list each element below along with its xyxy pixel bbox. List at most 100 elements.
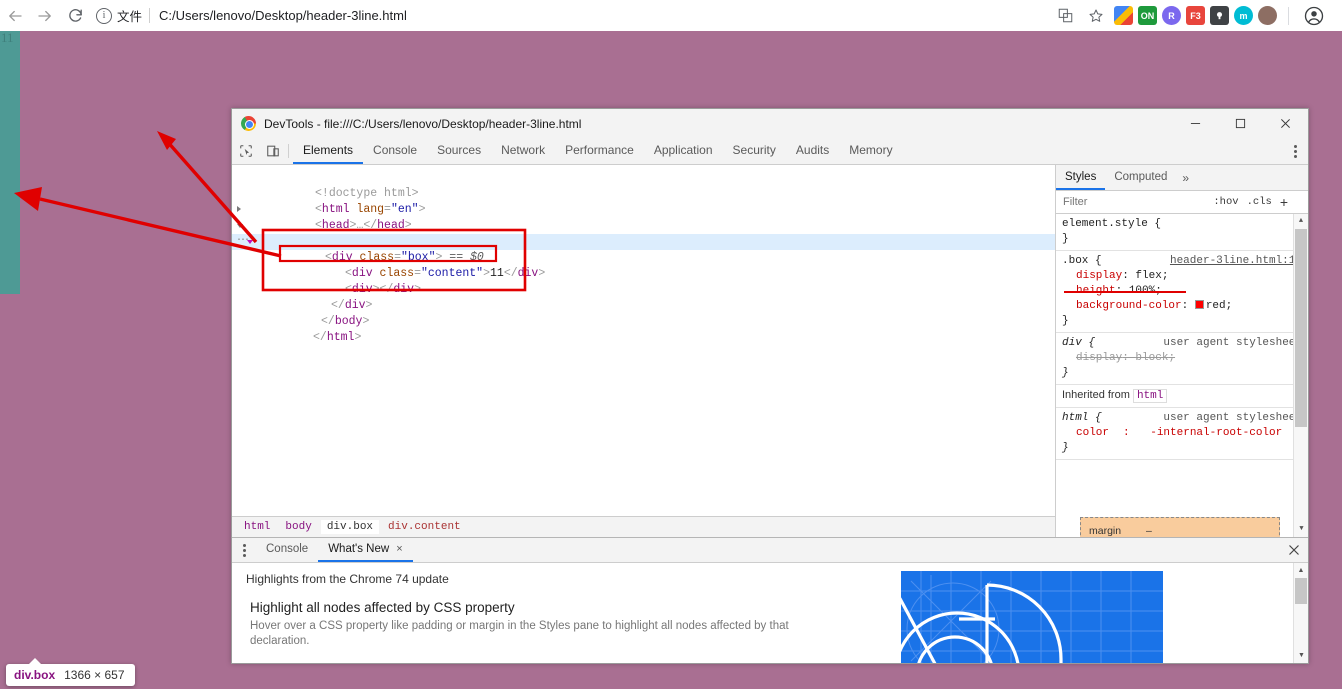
whats-new-item-desc: Hover over a CSS property like padding o… bbox=[250, 620, 789, 647]
declaration-color[interactable]: color: -internal-root-color; bbox=[1062, 426, 1308, 441]
tab-performance[interactable]: Performance bbox=[555, 138, 644, 164]
extension-icon-hexagon[interactable]: R bbox=[1162, 6, 1181, 25]
drawer-content[interactable]: Highlights from the Chrome 74 update Hig… bbox=[232, 563, 1308, 663]
scroll-down-arrow-icon[interactable]: ▼ bbox=[1294, 648, 1308, 663]
styles-filter-input[interactable] bbox=[1056, 196, 1210, 208]
drawer-scrollbar[interactable]: ▲ ▼ bbox=[1293, 563, 1308, 663]
color-swatch[interactable] bbox=[1194, 300, 1204, 309]
rule-selector: element.style bbox=[1062, 218, 1148, 230]
translate-icon[interactable] bbox=[1052, 3, 1078, 29]
tab-audits[interactable]: Audits bbox=[786, 138, 839, 164]
breadcrumb: html body div.box div.content bbox=[232, 516, 1055, 537]
extension-icon-brown[interactable] bbox=[1258, 6, 1277, 25]
tab-memory[interactable]: Memory bbox=[839, 138, 902, 164]
more-tabs-chevron-icon[interactable]: » bbox=[1176, 165, 1195, 190]
tab-computed[interactable]: Computed bbox=[1105, 165, 1176, 190]
breadcrumb-item-div-box[interactable]: div.box bbox=[320, 520, 380, 534]
tab-sources[interactable]: Sources bbox=[427, 138, 491, 164]
dom-line-head[interactable]: <head>…</head> bbox=[232, 202, 1055, 232]
extension-icon-bulb[interactable] bbox=[1210, 6, 1229, 25]
scroll-down-arrow-icon[interactable]: ▼ bbox=[1294, 522, 1308, 537]
declaration-background-color[interactable]: background-color: red; bbox=[1062, 299, 1308, 314]
expand-arrow-icon[interactable] bbox=[237, 206, 241, 212]
tab-console[interactable]: Console bbox=[363, 138, 427, 164]
page-scheme-label: 文件 bbox=[117, 10, 143, 24]
extension-icon-f3[interactable]: F3 bbox=[1186, 6, 1205, 25]
extensions-toolbar: ON R F3 m bbox=[1052, 2, 1342, 30]
drawer-tab-whats-new[interactable]: What's New × bbox=[318, 538, 413, 562]
device-toolbar-icon[interactable] bbox=[259, 138, 286, 164]
dom-line-html-open[interactable]: <html lang="en"> bbox=[232, 186, 1055, 216]
extension-icon-colorful[interactable] bbox=[1114, 6, 1133, 25]
box-model-margin-row: margin – bbox=[1089, 524, 1279, 537]
collapse-arrow-icon[interactable] bbox=[237, 224, 243, 228]
devtools-titlebar: DevTools - file:///C:/Users/lenovo/Deskt… bbox=[232, 109, 1308, 138]
cls-toggle-button[interactable]: .cls bbox=[1243, 196, 1276, 208]
declaration-display-overridden[interactable]: display: block; bbox=[1062, 351, 1308, 366]
dom-ellipsis-badge[interactable]: ⋯ bbox=[237, 231, 250, 247]
breadcrumb-item-div-content[interactable]: div.content bbox=[382, 520, 467, 534]
drawer-tab-console[interactable]: Console bbox=[256, 538, 318, 562]
extension-icon-on[interactable]: ON bbox=[1138, 6, 1157, 25]
back-arrow-icon[interactable] bbox=[0, 1, 30, 31]
omnibox-divider bbox=[149, 8, 151, 23]
extension-icon-m[interactable]: m bbox=[1234, 6, 1253, 25]
forward-arrow-icon[interactable] bbox=[30, 1, 60, 31]
hover-badge-selector: div.box bbox=[14, 668, 56, 682]
style-rule-element-style[interactable]: element.style { } bbox=[1056, 214, 1308, 251]
scroll-up-arrow-icon[interactable]: ▲ bbox=[1294, 214, 1308, 229]
rule-source-link[interactable]: header-3line.html:15 bbox=[1170, 254, 1302, 269]
hov-toggle-button[interactable]: :hov bbox=[1209, 196, 1242, 208]
box-model-margin-label: margin bbox=[1089, 525, 1122, 537]
dom-line-doctype[interactable]: <!doctype html> bbox=[232, 170, 1055, 200]
declaration-display[interactable]: display: flex; bbox=[1062, 269, 1308, 284]
close-icon[interactable] bbox=[1263, 109, 1308, 138]
devtools-window-title: DevTools - file:///C:/Users/lenovo/Deskt… bbox=[264, 116, 582, 131]
toolbar-divider bbox=[1288, 6, 1289, 25]
tab-application[interactable]: Application bbox=[644, 138, 723, 164]
inspect-element-icon[interactable] bbox=[232, 138, 259, 164]
address-bar-url[interactable]: C:/Users/lenovo/Desktop/header-3line.htm… bbox=[159, 8, 407, 23]
scrollbar-thumb[interactable] bbox=[1295, 229, 1307, 427]
styles-scrollbar[interactable]: ▲ ▼ bbox=[1293, 214, 1308, 537]
dom-line-div-box-close[interactable]: </div> bbox=[232, 282, 1055, 312]
info-circle-icon[interactable]: i bbox=[96, 7, 112, 24]
dom-line-div-content[interactable]: <div class="content">11</div> bbox=[232, 250, 1055, 280]
tab-network[interactable]: Network bbox=[491, 138, 555, 164]
inherited-from-node[interactable]: html bbox=[1132, 389, 1168, 403]
hover-badge-dimensions: 1366 × 657 bbox=[64, 668, 125, 682]
kebab-menu-icon[interactable] bbox=[1282, 138, 1308, 164]
drawer-spacer bbox=[413, 538, 1280, 562]
dom-line-body-close[interactable]: </body> bbox=[232, 298, 1055, 328]
styles-rules-list[interactable]: element.style { } .box { header-3line.ht… bbox=[1056, 214, 1308, 537]
style-rule-box[interactable]: .box { header-3line.html:15 display: fle… bbox=[1056, 251, 1308, 333]
maximize-icon[interactable] bbox=[1218, 109, 1263, 138]
breadcrumb-item-html[interactable]: html bbox=[238, 520, 276, 534]
tab-styles[interactable]: Styles bbox=[1056, 165, 1106, 190]
tab-elements[interactable]: Elements bbox=[293, 138, 364, 164]
devtools-window: DevTools - file:///C:/Users/lenovo/Deskt… bbox=[231, 108, 1309, 664]
box-model-margin-value[interactable]: – bbox=[1146, 525, 1152, 537]
new-style-rule-button[interactable]: + bbox=[1276, 195, 1293, 209]
reload-icon[interactable] bbox=[60, 1, 90, 31]
style-rule-html-ua[interactable]: html { user agent stylesheet color: -int… bbox=[1056, 408, 1308, 460]
scroll-up-arrow-icon[interactable]: ▲ bbox=[1294, 563, 1308, 578]
div-box-element: 11 bbox=[0, 31, 20, 294]
kebab-menu-icon[interactable] bbox=[232, 538, 256, 562]
address-bar[interactable]: i 文件 C:/Users/lenovo/Desktop/header-3lin… bbox=[96, 4, 1042, 28]
dom-tree[interactable]: <!doctype html> <html lang="en"> <head>…… bbox=[232, 165, 1055, 516]
dom-line-div-empty[interactable]: <div></div> bbox=[232, 266, 1055, 296]
dom-line-html-close[interactable]: </html> bbox=[232, 314, 1055, 344]
drawer-close-icon[interactable] bbox=[1280, 538, 1308, 562]
dom-line-body-open[interactable]: <body> bbox=[232, 218, 1055, 248]
close-icon[interactable]: × bbox=[396, 543, 402, 555]
tab-security[interactable]: Security bbox=[723, 138, 786, 164]
dom-line-div-box[interactable]: <div class="box"> == $0 bbox=[232, 234, 1055, 264]
minimize-icon[interactable] bbox=[1173, 109, 1218, 138]
profile-avatar-icon[interactable] bbox=[1300, 2, 1328, 30]
breadcrumb-item-body[interactable]: body bbox=[279, 520, 317, 534]
star-icon[interactable] bbox=[1083, 3, 1109, 29]
scrollbar-thumb[interactable] bbox=[1295, 578, 1307, 604]
box-model-diagram[interactable]: margin – border – bbox=[1080, 517, 1280, 537]
style-rule-div-ua[interactable]: div { user agent stylesheet display: blo… bbox=[1056, 333, 1308, 385]
